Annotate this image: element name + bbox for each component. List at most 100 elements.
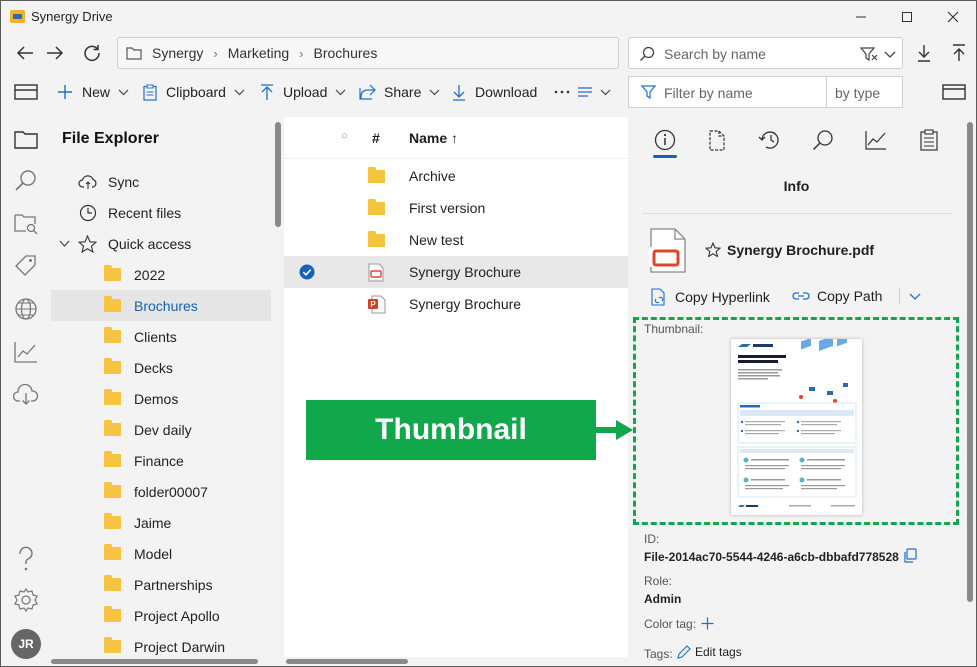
search-icon	[812, 130, 833, 151]
tree-folder-item[interactable]: Decks	[51, 352, 271, 383]
filter-icon	[641, 85, 656, 100]
rail-cloud[interactable]	[12, 381, 40, 409]
cloud-sync-icon	[78, 174, 97, 189]
scroll-thumb[interactable]	[967, 122, 973, 602]
filter-input[interactable]: Filter by name	[628, 76, 826, 108]
tree-folder-item[interactable]: Model	[51, 538, 271, 569]
thumbnail-image[interactable]	[731, 339, 862, 515]
pencil-icon	[677, 645, 691, 659]
list-item-selected[interactable]: Synergy Brochure	[284, 256, 628, 288]
copy-path-button[interactable]: Copy Path	[792, 288, 882, 304]
list-item-name: Synergy Brochure	[409, 296, 522, 312]
tree-item-quick-access[interactable]: Quick access	[51, 228, 271, 259]
rail-help[interactable]	[12, 545, 40, 573]
breadcrumb-item[interactable]: Brochures	[314, 45, 378, 61]
copy-icon[interactable]	[903, 548, 917, 563]
search-input[interactable]: Search by name	[628, 37, 903, 69]
select-all-toggle[interactable]: ○	[341, 130, 348, 142]
list-item[interactable]: First version	[284, 192, 628, 224]
clipboard-button[interactable]: Clipboard	[143, 77, 245, 107]
list-item[interactable]: P Synergy Brochure	[284, 288, 628, 320]
edit-tags-button[interactable]: Edit tags	[677, 645, 742, 659]
avatar[interactable]: JR	[11, 629, 41, 659]
clipboard-label: Clipboard	[166, 84, 226, 100]
id-label: ID:	[644, 532, 660, 546]
brochure-thumbnail-icon	[731, 339, 862, 515]
tree-folder-item[interactable]: Finance	[51, 445, 271, 476]
close-button[interactable]	[930, 1, 976, 33]
pdf-file-icon	[368, 263, 384, 282]
type-filter-select[interactable]: by type	[826, 76, 903, 108]
list-item[interactable]: Archive	[284, 160, 628, 192]
share-button[interactable]: Share	[359, 77, 440, 107]
tree-item-sync[interactable]: Sync	[51, 166, 271, 197]
add-color-tag-icon[interactable]	[701, 617, 714, 630]
tree-folder-item[interactable]: Clients	[51, 321, 271, 352]
new-button[interactable]: New	[57, 77, 129, 107]
chevron-right-icon: ›	[213, 45, 218, 61]
rail-settings[interactable]	[12, 586, 40, 614]
document-icon	[709, 129, 725, 151]
copy-hyperlink-button[interactable]: Copy Hyperlink	[651, 288, 770, 306]
tree-folder-label: folder00007	[134, 483, 208, 500]
breadcrumb-item[interactable]: Synergy	[152, 45, 203, 61]
refresh-button[interactable]	[77, 38, 107, 68]
scroll-thumb[interactable]	[275, 122, 281, 227]
list-item[interactable]: New test	[284, 224, 628, 256]
tree-folder-item[interactable]: Jaime	[51, 507, 271, 538]
panel-scrollbar[interactable]	[965, 117, 976, 666]
chevron-down-icon[interactable]	[909, 293, 921, 301]
tree-folder-item[interactable]: Demos	[51, 383, 271, 414]
tree-folder-item[interactable]: 2022	[51, 259, 271, 290]
list-hscrollbar[interactable]	[284, 657, 628, 666]
tree-folder-item[interactable]: Partnerships	[51, 569, 271, 600]
tree-folder-item[interactable]: Dev daily	[51, 414, 271, 445]
tree-folder-item[interactable]: folder00007	[51, 476, 271, 507]
copy-path-label: Copy Path	[817, 288, 883, 304]
tab-analytics[interactable]	[861, 125, 891, 155]
tree-folder-item[interactable]: Brochures	[51, 290, 271, 321]
chevron-down-icon	[118, 89, 129, 95]
file-list: ○ # Name ↑ Archive First version New tes…	[284, 117, 628, 666]
upload-arrow-button[interactable]	[944, 38, 974, 68]
tree-scrollbar[interactable]	[272, 117, 284, 666]
maximize-button[interactable]	[884, 1, 930, 33]
download-button[interactable]: Download	[452, 77, 537, 107]
rail-analytics[interactable]	[12, 338, 40, 366]
rail-web[interactable]	[12, 295, 40, 323]
minimize-button[interactable]	[838, 1, 884, 33]
tree-header: File Explorer	[62, 130, 159, 147]
tree-item-recent[interactable]: Recent files	[51, 197, 271, 228]
toggle-details-button[interactable]	[939, 77, 969, 107]
tab-notes[interactable]	[914, 125, 944, 155]
tree-folder-item[interactable]: Project Apollo	[51, 600, 271, 631]
back-button[interactable]	[10, 38, 40, 68]
more-button[interactable]	[553, 77, 613, 107]
download-arrow-button[interactable]	[909, 38, 939, 68]
scroll-thumb[interactable]	[51, 659, 258, 664]
folder-icon	[368, 231, 385, 247]
tab-preview[interactable]	[702, 125, 732, 155]
app-window: Synergy Drive Synergy › Marketing › Broc…	[0, 0, 977, 667]
edit-tags-label: Edit tags	[695, 645, 742, 659]
rail-files[interactable]	[12, 125, 40, 153]
app-logo-icon	[10, 10, 25, 23]
breadcrumb[interactable]: Synergy › Marketing › Brochures	[117, 37, 619, 69]
chevron-down-icon	[884, 51, 896, 58]
upload-button[interactable]: Upload	[260, 77, 346, 107]
breadcrumb-item[interactable]: Marketing	[228, 45, 289, 61]
toggle-pane-button[interactable]	[11, 77, 41, 107]
sidebar-layout-icon	[14, 84, 38, 100]
forward-button[interactable]	[40, 38, 70, 68]
column-index[interactable]: #	[372, 130, 380, 146]
scroll-thumb[interactable]	[286, 659, 408, 664]
star-icon[interactable]	[705, 242, 721, 257]
rail-folder-search[interactable]	[12, 209, 40, 237]
tree-hscrollbar[interactable]	[51, 657, 272, 666]
tab-search[interactable]	[808, 125, 838, 155]
rail-search[interactable]	[12, 166, 40, 194]
rail-tags[interactable]	[12, 252, 40, 280]
column-name[interactable]: Name ↑	[409, 130, 458, 146]
tab-info[interactable]	[650, 125, 680, 155]
tab-history[interactable]	[755, 125, 785, 155]
